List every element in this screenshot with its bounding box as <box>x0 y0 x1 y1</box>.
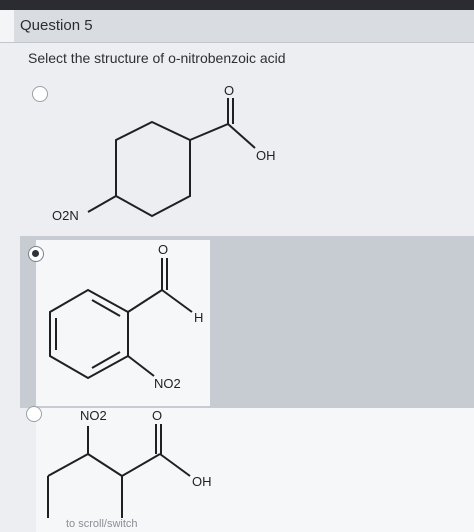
option-3-nitro-label: NO2 <box>80 408 107 423</box>
option-3-oxygen-label: O <box>152 408 162 423</box>
option-3-structure[interactable]: NO2 O OH <box>0 0 474 532</box>
option-3-hydroxyl-label: OH <box>192 474 212 489</box>
footer-text: to scroll/switch <box>66 518 138 530</box>
